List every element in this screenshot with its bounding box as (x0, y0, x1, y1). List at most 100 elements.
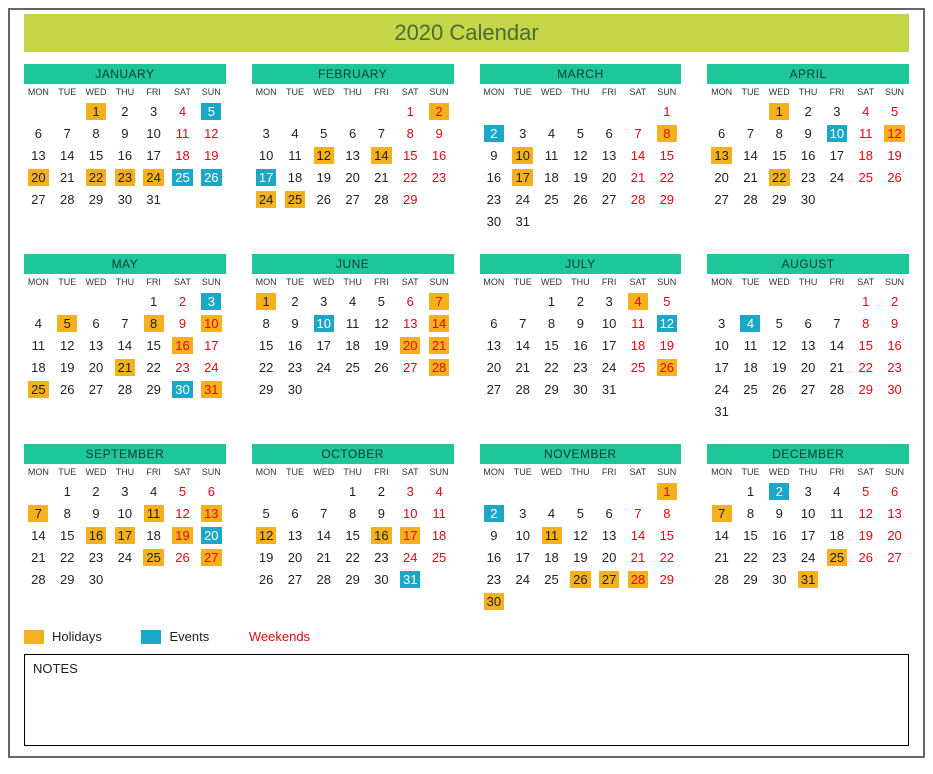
day-number: 5 (172, 483, 192, 500)
day-cell: 20 (480, 356, 509, 378)
day-number: 18 (827, 527, 847, 544)
day-number: 29 (342, 571, 362, 588)
day-cell (624, 378, 653, 400)
day-cell (736, 400, 765, 422)
dow-header: FRI (367, 84, 396, 100)
day-cell (139, 568, 168, 590)
day-cell: 12 (367, 312, 396, 334)
day-cell: 9 (765, 502, 794, 524)
day-number: 1 (144, 293, 164, 310)
day-cell: 30 (281, 378, 310, 400)
day-number: 7 (115, 315, 135, 332)
day-number: 5 (657, 293, 677, 310)
day-cell (624, 480, 653, 502)
day-number: 14 (711, 527, 731, 544)
day-cell: 8 (851, 312, 880, 334)
day-cell: 4 (168, 100, 197, 122)
day-cell: 27 (595, 188, 624, 210)
dow-header: TUE (53, 464, 82, 480)
day-number: 23 (884, 359, 904, 376)
day-number: 20 (798, 359, 818, 376)
day-cell (197, 568, 226, 590)
month-header: SEPTEMBER (24, 444, 226, 464)
day-number: 21 (371, 169, 391, 186)
day-cell: 16 (367, 524, 396, 546)
day-cell: 30 (110, 188, 139, 210)
day-cell: 27 (880, 546, 909, 568)
day-number: 25 (740, 381, 760, 398)
day-number: 5 (885, 103, 905, 120)
day-cell (851, 568, 880, 590)
day-cell: 22 (396, 166, 425, 188)
dow-header: THU (110, 464, 139, 480)
calendar-frame: 2020 Calendar JANUARYMONTUEWEDTHUFRISATS… (8, 8, 925, 758)
dow-header: SUN (197, 84, 226, 100)
day-cell: 11 (851, 122, 880, 144)
day-number: 17 (256, 169, 276, 186)
day-cell: 22 (338, 546, 367, 568)
day-cell: 30 (880, 378, 909, 400)
day-cell: 11 (823, 502, 852, 524)
day-cell: 12 (197, 122, 226, 144)
day-number: 17 (512, 549, 532, 566)
day-cell: 17 (508, 546, 537, 568)
day-number: 7 (628, 125, 648, 142)
month-table: MONTUEWEDTHUFRISATSUN1234567891011121314… (252, 84, 454, 210)
day-number: 23 (484, 191, 504, 208)
day-number: 10 (143, 125, 163, 142)
day-cell: 30 (480, 590, 509, 612)
day-number: 21 (314, 549, 334, 566)
day-number: 22 (143, 359, 163, 376)
day-number: 18 (740, 359, 760, 376)
notes-box[interactable]: NOTES (24, 654, 909, 746)
day-cell: 11 (425, 502, 454, 524)
day-number: 20 (86, 359, 106, 376)
month-header: AUGUST (707, 254, 909, 274)
day-cell: 17 (595, 334, 624, 356)
day-cell: 16 (82, 524, 111, 546)
month-header: JUNE (252, 254, 454, 274)
day-cell (24, 100, 53, 122)
day-cell (794, 400, 823, 422)
day-number: 15 (57, 527, 77, 544)
day-number: 8 (144, 315, 164, 332)
day-number: 8 (542, 315, 562, 332)
day-cell: 18 (425, 524, 454, 546)
day-cell: 19 (765, 356, 794, 378)
day-cell: 8 (252, 312, 281, 334)
day-cell: 9 (168, 312, 197, 334)
dow-header: WED (765, 464, 794, 480)
day-cell: 20 (24, 166, 53, 188)
day-number: 8 (657, 125, 677, 142)
day-cell: 12 (53, 334, 82, 356)
day-cell: 25 (168, 166, 197, 188)
day-cell: 5 (168, 480, 197, 502)
day-number: 6 (343, 125, 363, 142)
day-cell: 4 (537, 122, 566, 144)
month-october: OCTOBERMONTUEWEDTHUFRISATSUN123456789101… (252, 444, 454, 612)
day-cell: 12 (168, 502, 197, 524)
dow-header: TUE (736, 84, 765, 100)
day-cell: 6 (480, 312, 509, 334)
legend-weekends: Weekends (249, 629, 310, 644)
dow-header: TUE (508, 274, 537, 290)
day-cell: 7 (624, 502, 653, 524)
day-cell: 17 (823, 144, 852, 166)
day-cell: 24 (508, 188, 537, 210)
day-number: 20 (201, 527, 221, 544)
day-cell: 12 (765, 334, 794, 356)
day-cell (425, 188, 454, 210)
legend-events: Events (141, 629, 209, 645)
day-number: 20 (400, 337, 420, 354)
day-number: 1 (856, 293, 876, 310)
day-cell: 28 (508, 378, 537, 400)
day-number: 4 (542, 125, 562, 142)
day-cell: 18 (736, 356, 765, 378)
day-number: 7 (57, 125, 77, 142)
day-number: 24 (827, 169, 847, 186)
day-cell: 21 (24, 546, 53, 568)
day-number: 18 (541, 549, 561, 566)
day-number: 1 (57, 483, 77, 500)
day-number: 31 (201, 381, 221, 398)
day-cell: 7 (110, 312, 139, 334)
